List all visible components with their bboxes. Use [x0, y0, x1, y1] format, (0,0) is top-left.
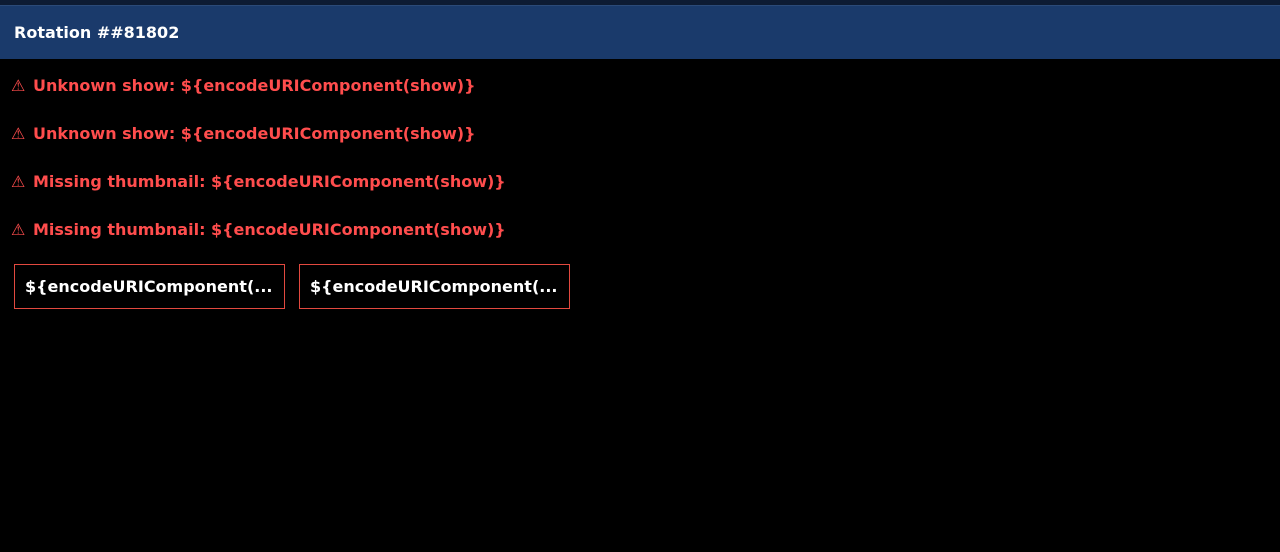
- show-card-list: ${encodeURIComponent(... ${encodeURIComp…: [14, 264, 570, 309]
- page-header: Rotation ##81802: [0, 6, 1280, 59]
- warning-icon: ⚠: [11, 171, 26, 191]
- show-card-label: ${encodeURIComponent(...: [310, 277, 558, 296]
- warning-text: Missing thumbnail: ${encodeURIComponent(…: [33, 171, 506, 191]
- show-card-label: ${encodeURIComponent(...: [25, 277, 273, 296]
- warning-message: ⚠ Missing thumbnail: ${encodeURIComponen…: [11, 169, 1271, 193]
- warning-icon: ⚠: [11, 75, 26, 95]
- warning-list: ⚠ Unknown show: ${encodeURIComponent(sho…: [11, 73, 1271, 265]
- warning-text: Unknown show: ${encodeURIComponent(show)…: [33, 75, 476, 95]
- warning-icon: ⚠: [11, 219, 26, 239]
- show-card[interactable]: ${encodeURIComponent(...: [14, 264, 285, 309]
- warning-text: Unknown show: ${encodeURIComponent(show)…: [33, 123, 476, 143]
- warning-message: ⚠ Unknown show: ${encodeURIComponent(sho…: [11, 121, 1271, 145]
- show-card[interactable]: ${encodeURIComponent(...: [299, 264, 570, 309]
- warning-text: Missing thumbnail: ${encodeURIComponent(…: [33, 219, 506, 239]
- page-title: Rotation ##81802: [14, 23, 180, 42]
- warning-icon: ⚠: [11, 123, 26, 143]
- warning-message: ⚠ Unknown show: ${encodeURIComponent(sho…: [11, 73, 1271, 97]
- warning-message: ⚠ Missing thumbnail: ${encodeURIComponen…: [11, 217, 1271, 241]
